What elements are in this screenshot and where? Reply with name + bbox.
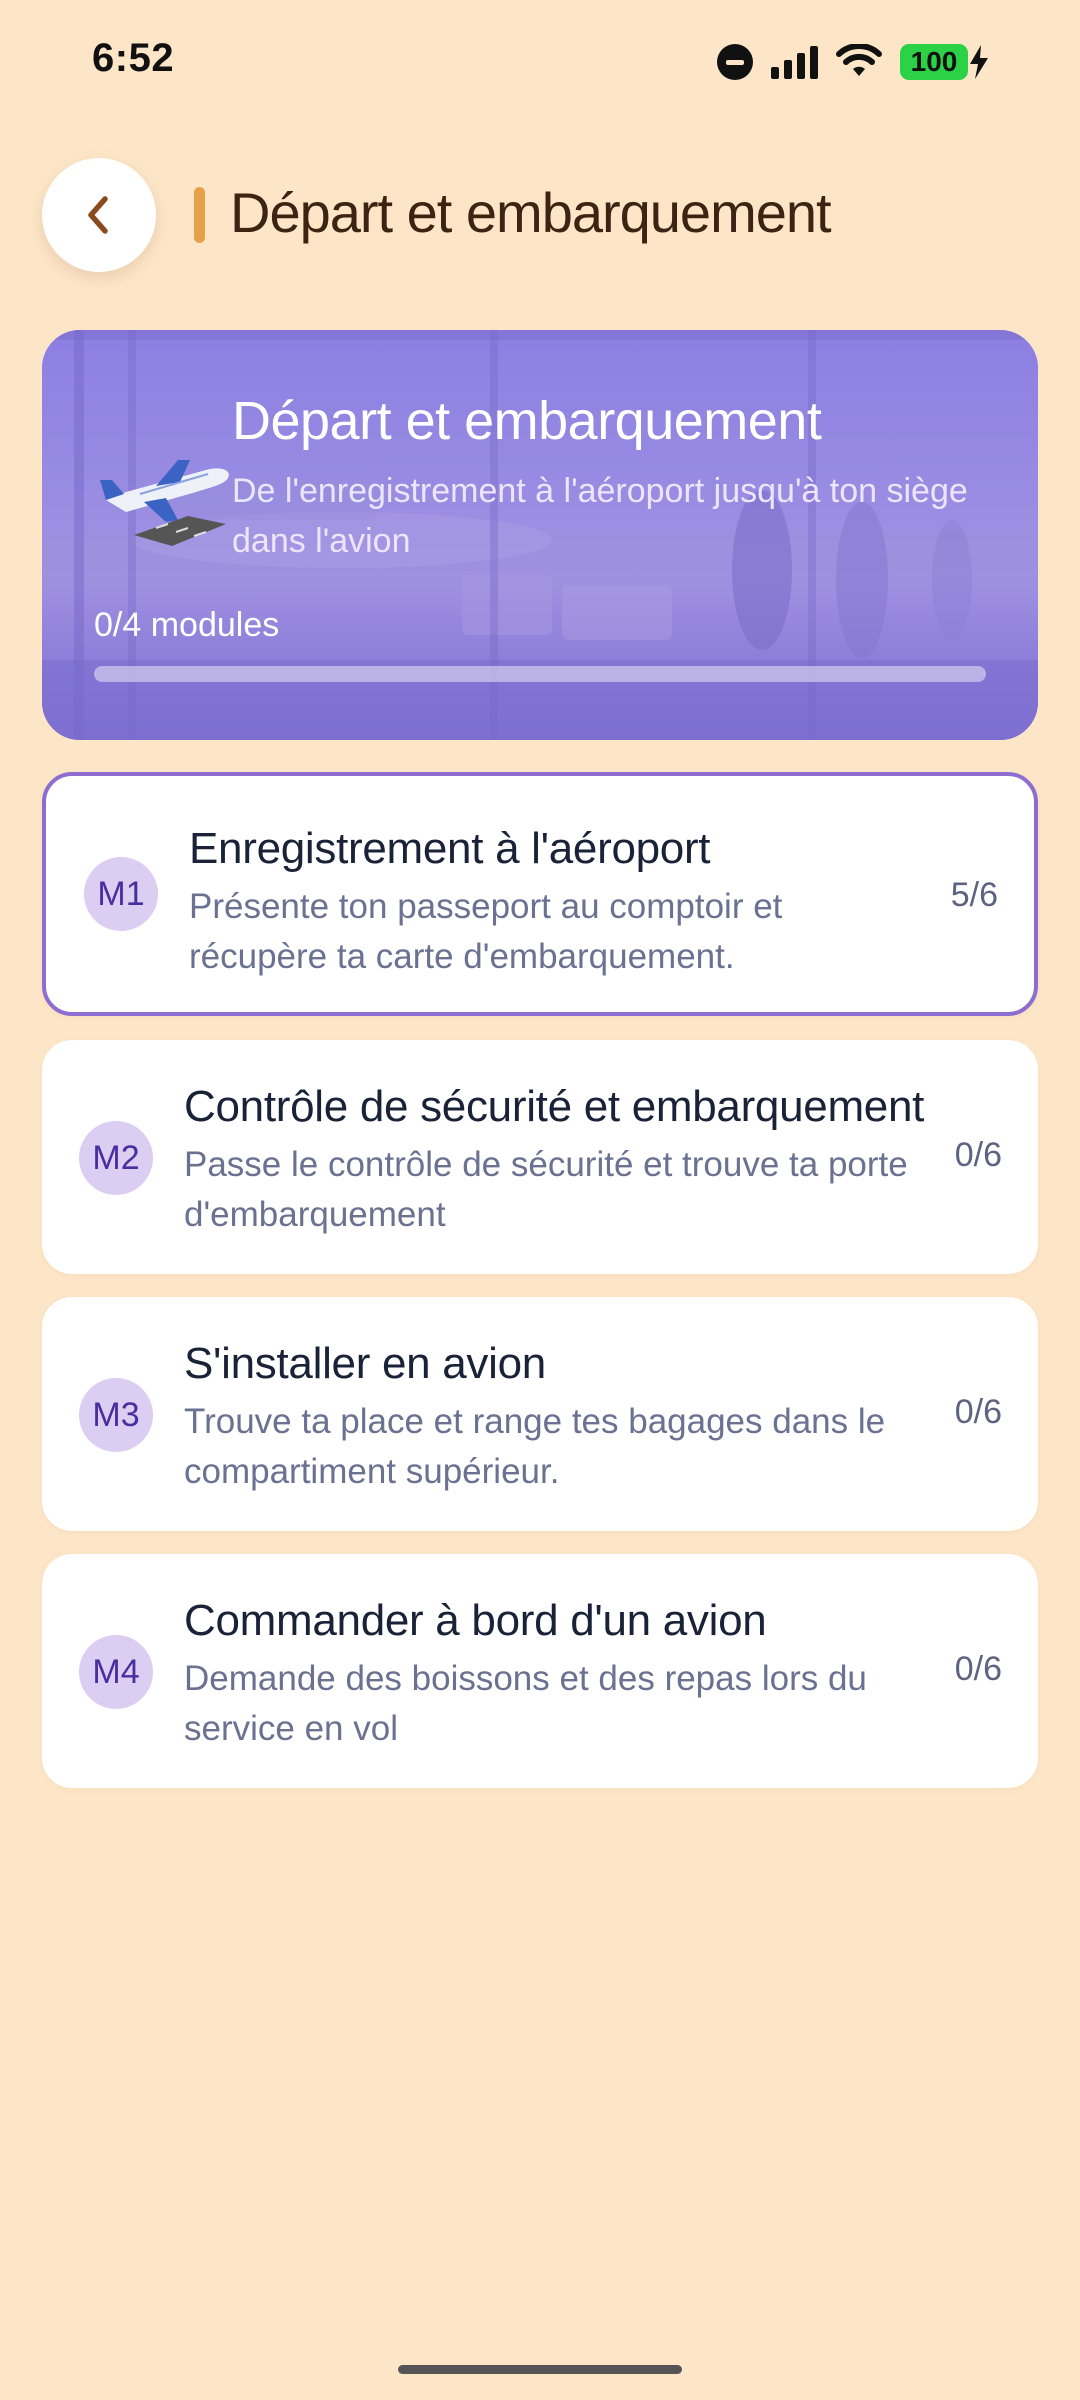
module-card-m2[interactable]: M2 Contrôle de sécurité et embarquement … [42,1040,1038,1274]
hero-subtitle: De l'enregistrement à l'aéroport jusqu'à… [232,472,968,560]
module-progress: 0/6 [954,1393,1002,1431]
charging-bolt-icon [970,45,988,79]
hero-progress-bar [94,666,986,682]
module-description: Passe le contrôle de sécurité et trouve … [184,1145,908,1234]
module-card-m3[interactable]: M3 S'installer en avion Trouve ta place … [42,1297,1038,1531]
module-badge: M1 [84,857,158,931]
chevron-left-icon [88,196,108,234]
home-indicator[interactable] [398,2365,682,2374]
module-title: S'installer en avion [184,1339,546,1388]
wifi-icon [836,44,882,76]
module-card-m4[interactable]: M4 Commander à bord d'un avion Demande d… [42,1554,1038,1788]
module-progress: 5/6 [950,876,998,914]
back-button[interactable] [42,158,156,272]
module-title: Enregistrement à l'aéroport [189,824,711,873]
page-title: Départ et embarquement [230,181,832,244]
module-title: Contrôle de sécurité et embarquement [184,1082,925,1131]
hero-title: Départ et embarquement [232,391,822,451]
cellular-signal-icon [771,45,818,79]
module-progress: 0/6 [954,1650,1002,1688]
battery-level: 100 [900,44,968,80]
module-card-m1[interactable]: M1 Enregistrement à l'aéroport Présente … [42,772,1038,1016]
title-accent-bar [194,187,205,243]
module-title: Commander à bord d'un avion [184,1596,767,1645]
module-badge: M3 [79,1378,153,1452]
module-badge: M2 [79,1121,153,1195]
module-description: Trouve ta place et range tes bagages dan… [184,1402,886,1491]
hero-card: Départ et embarquement De l'enregistreme… [42,330,1038,740]
do-not-disturb-icon [717,44,753,80]
module-description: Demande des boissons et des repas lors d… [184,1659,867,1748]
module-progress: 0/6 [954,1136,1002,1174]
battery-indicator: 100 [900,44,990,80]
hero-progress-label: 0/4 modules [94,606,280,644]
status-bar: 6:52 100 [0,0,1080,120]
module-badge: M4 [79,1635,153,1709]
status-time: 6:52 [92,36,175,80]
airplane-icon [100,460,229,546]
status-icons: 100 [717,40,990,84]
module-description: Présente ton passeport au comptoir et ré… [189,887,783,976]
